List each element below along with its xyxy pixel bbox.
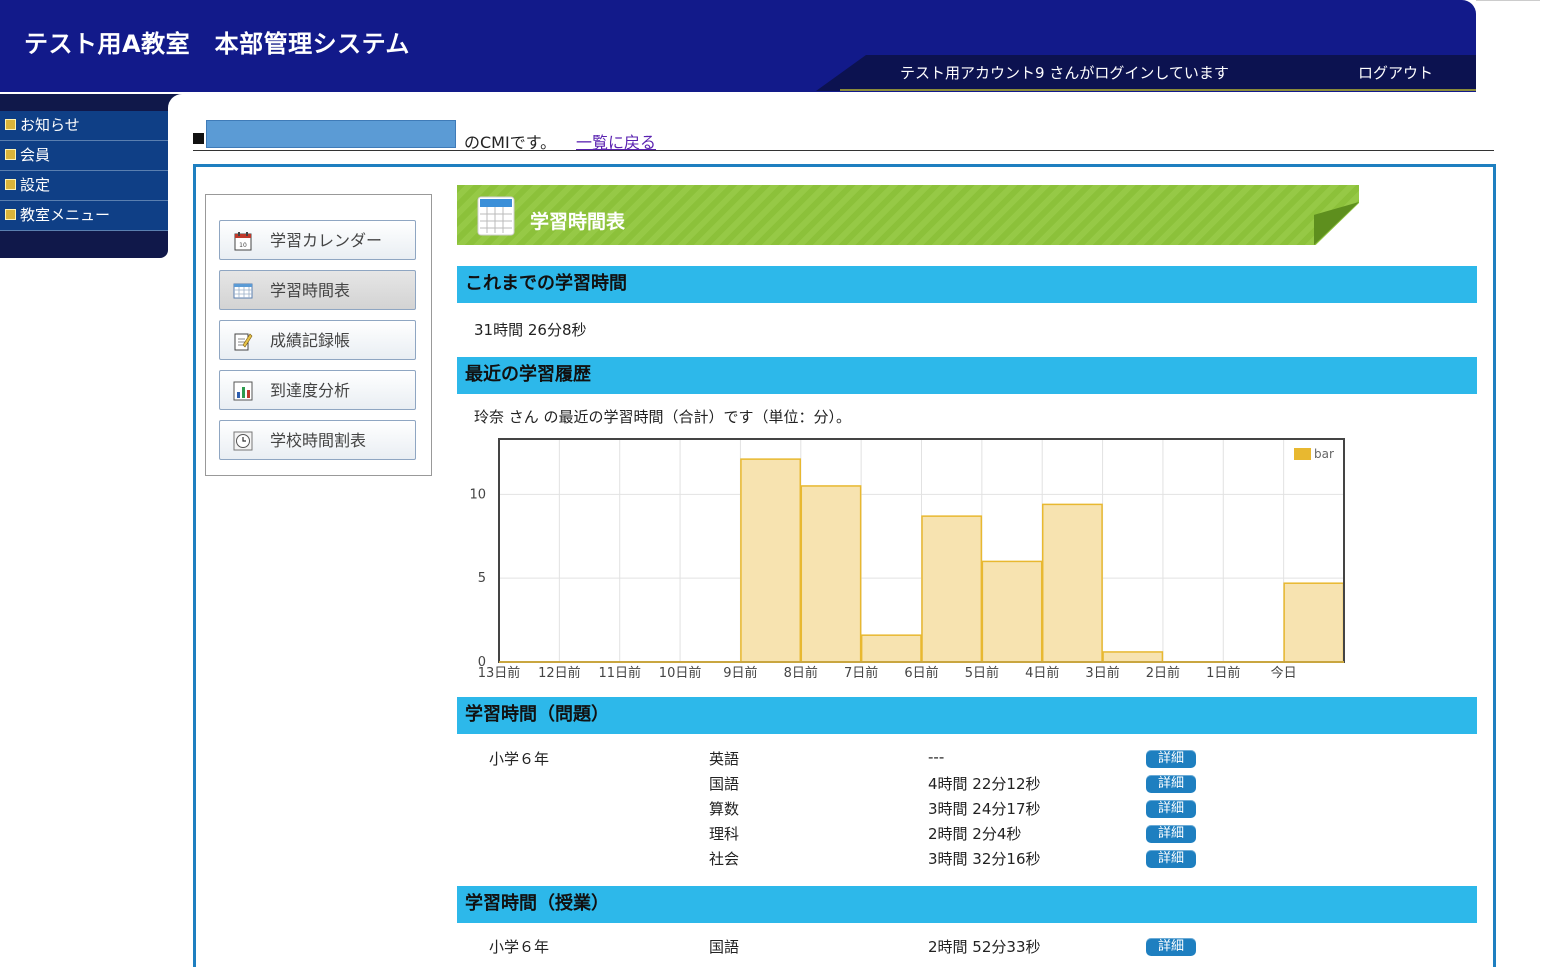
detail-button[interactable]: 詳細 [1146,750,1196,768]
section-header-recent-history: 最近の学習履歴 [457,357,1477,394]
login-status-text: テスト用アカウント9 さんがログインしています [900,64,1229,82]
menu-grade-record-button[interactable]: 成績記録帳 [219,320,416,360]
x-tick-label: 12日前 [538,665,581,681]
study-time-cell: --- [928,748,945,766]
menu-label: 学習カレンダー [270,231,383,250]
app-title: テスト用A教室 本部管理システム [24,30,410,58]
svg-text:10: 10 [239,242,247,249]
detail-button[interactable]: 詳細 [1146,800,1196,818]
chart-bar [1283,582,1345,663]
sidebar-item-label: お知らせ [20,116,80,134]
sidebar-item-label: 会員 [20,146,51,164]
chart-bar [740,458,802,663]
bullet-marker [193,133,204,144]
heading-rule [193,150,1494,151]
sidebar-item-members[interactable]: 会員 [0,141,168,171]
x-tick-label: 9日前 [723,665,757,681]
detail-button[interactable]: 詳細 [1146,775,1196,793]
detail-button[interactable]: 詳細 [1146,938,1196,956]
chart-bar [981,560,1043,663]
legend-label: bar [1314,447,1334,461]
x-tick-label: 10日前 [659,665,702,681]
menu-school-timetable-button[interactable]: 学校時間割表 [219,420,416,460]
timetable-icon [233,283,253,299]
section-header-lesson-time: 学習時間（授業） [457,886,1477,923]
plus-icon [5,179,16,190]
x-tick-label: 3日前 [1085,665,1119,681]
subject-cell: 国語 [709,938,740,956]
study-time-cell: 2時間 2分4秒 [928,825,1022,843]
plus-icon [5,119,16,130]
subject-cell: 国語 [709,775,740,793]
subject-cell: 社会 [709,850,740,868]
x-tick-label: 今日 [1271,665,1297,681]
logout-link[interactable]: ログアウト [1358,62,1433,83]
subject-cell: 英語 [709,750,740,768]
study-time-cell: 3時間 32分16秒 [928,850,1041,868]
legend-swatch [1294,448,1311,460]
menu-label: 学習時間表 [270,281,351,300]
header-edge-line [1476,0,1540,1]
menu-label: 成績記録帳 [270,331,351,350]
detail-button[interactable]: 詳細 [1146,850,1196,868]
recent-study-chart: 051013日前 12日前 11日前 10日前 9日前 8日前 7日前 6日前 5日前 4日前 3日… [470,438,1345,681]
x-tick-label: 13日前 [478,665,521,681]
page-title: 学習時間表 [530,211,626,233]
notebook-icon [234,333,253,351]
menu-learning-calendar-button[interactable]: 10 学習カレンダー [219,220,416,260]
sidebar-item-classroom-menu[interactable]: 教室メニュー [0,201,168,231]
chart-bar [800,485,862,663]
calendar-icon: 10 [234,232,252,251]
x-tick-label: 2日前 [1146,665,1180,681]
menu-study-timetable-button[interactable]: 学習時間表 [219,270,416,310]
user-bar-underline [840,89,1476,91]
clock-icon [233,431,253,451]
study-time-cell: 4時間 22分12秒 [928,775,1041,793]
sidebar-item-label: 教室メニュー [20,206,111,224]
detail-button[interactable]: 詳細 [1146,825,1196,843]
menu-achievement-analysis-button[interactable]: 到達度分析 [219,370,416,410]
subject-cell: 理科 [709,825,740,843]
y-tick-label: 10 [470,487,486,502]
timetable-icon [477,196,515,236]
subject-cell: 算数 [709,800,740,818]
menu-label: 学校時間割表 [270,431,367,450]
menu-label: 到達度分析 [270,381,351,400]
sidebar-item-news[interactable]: お知らせ [0,111,168,141]
chart-bar [1102,651,1164,663]
student-name-redacted [206,120,456,148]
total-study-time-value: 31時間 26分8秒 [474,321,587,339]
x-tick-label: 7日前 [844,665,878,681]
x-tick-label: 11日前 [598,665,641,681]
sidebar-item-label: 設定 [20,176,51,194]
section-header-total-time: これまでの学習時間 [457,266,1477,303]
sidebar-item-settings[interactable]: 設定 [0,171,168,201]
x-tick-label: 8日前 [784,665,818,681]
y-tick-label: 5 [478,571,486,586]
chart-bar [860,634,922,663]
study-time-cell: 2時間 52分33秒 [928,938,1041,956]
plus-icon [5,149,16,160]
recent-history-note: 玲奈 さん の最近の学習時間（合計）です（単位：分）。 [474,408,852,426]
chart-bar [1041,503,1103,663]
x-tick-label: 1日前 [1206,665,1240,681]
study-time-cell: 3時間 24分17秒 [928,800,1041,818]
x-tick-label: 4日前 [1025,665,1059,681]
grade-label: 小学６年 [489,938,550,956]
section-header-problem-time: 学習時間（問題） [457,697,1477,734]
bar-chart-icon [233,381,253,401]
chart-bar [921,515,983,663]
sidebar-nav: お知らせ 会員 設定 教室メニュー [0,94,168,258]
plus-icon [5,209,16,220]
grade-label: 小学６年 [489,750,550,768]
x-tick-label: 5日前 [965,665,999,681]
x-tick-label: 6日前 [904,665,938,681]
